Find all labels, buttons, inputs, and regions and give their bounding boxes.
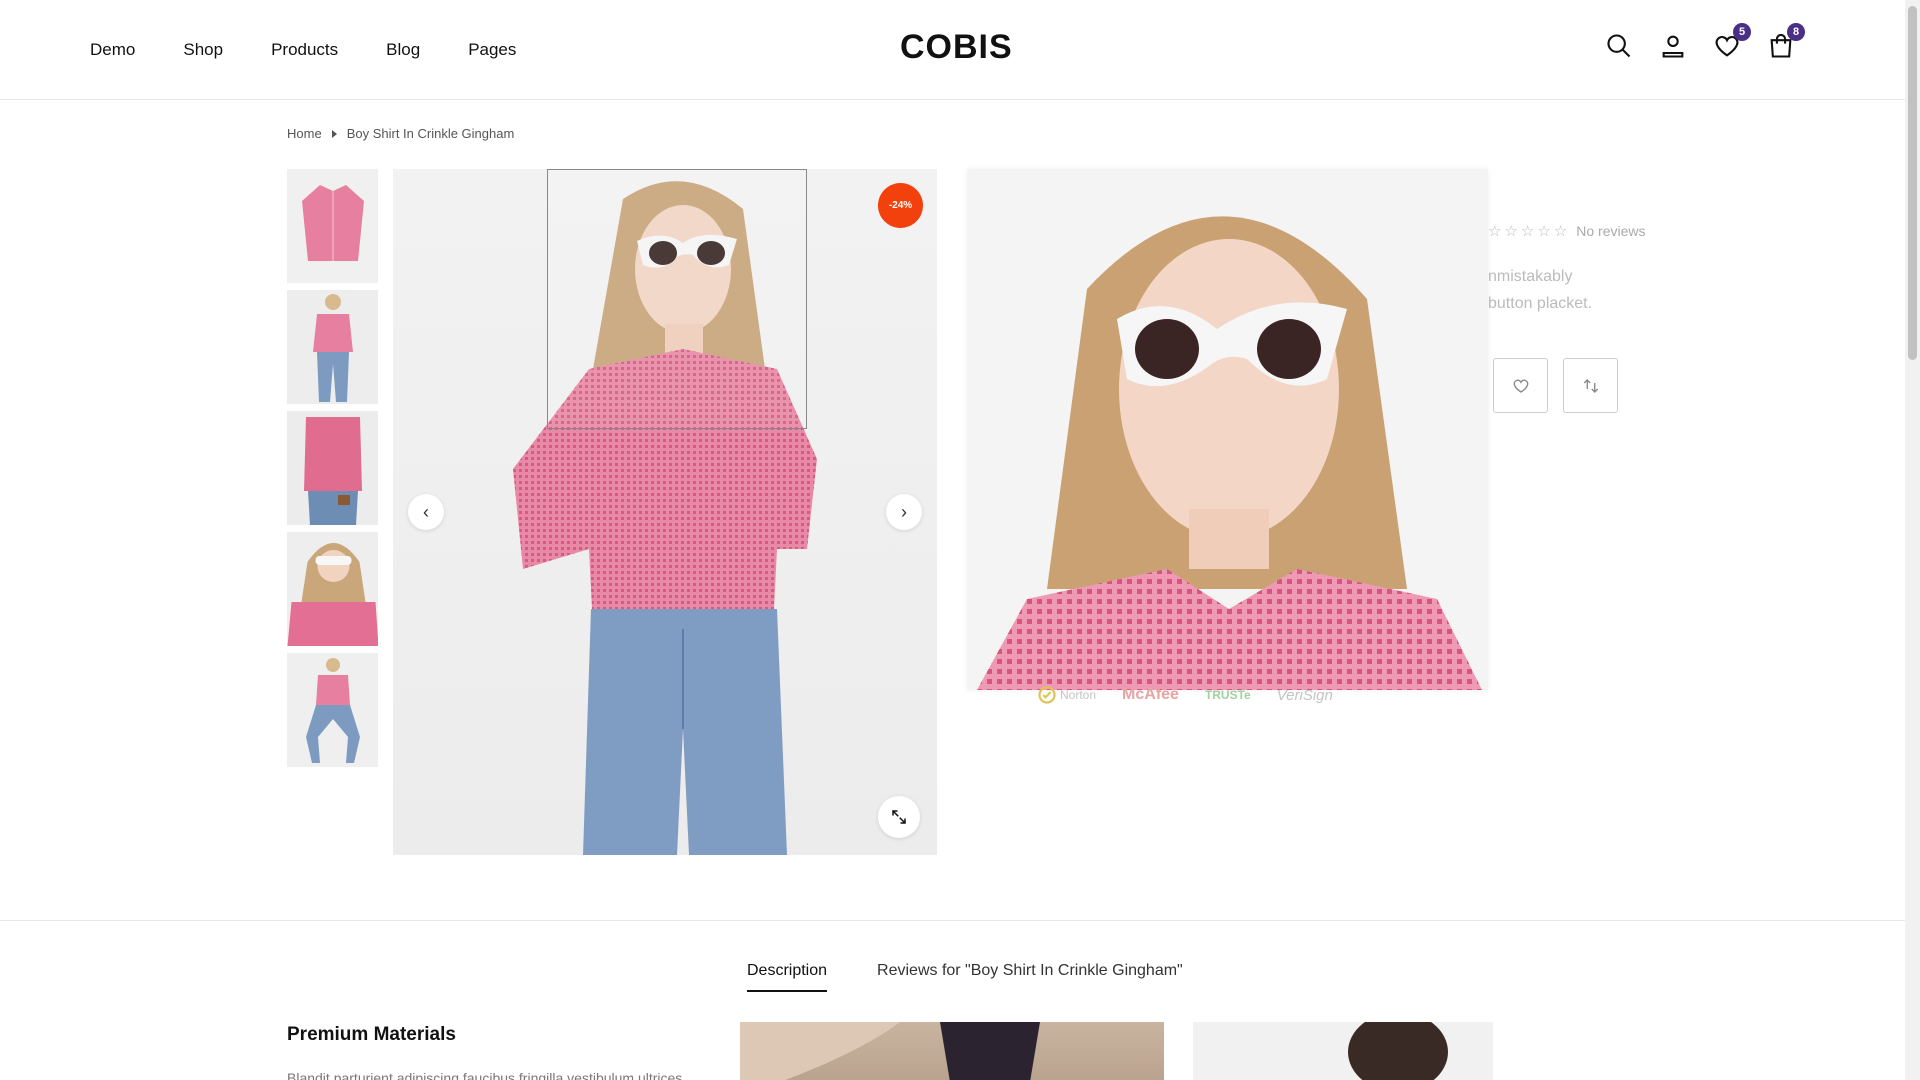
compare-button[interactable] (1563, 358, 1618, 413)
nav-shop[interactable]: Shop (183, 40, 223, 60)
star-icon: ☆ (1488, 223, 1502, 240)
search-icon (1607, 34, 1631, 58)
rocks-image (740, 1022, 1040, 1080)
thumbnail-list (287, 169, 378, 774)
expand-icon (892, 810, 906, 824)
rating-stars[interactable]: ☆ ☆ ☆ ☆ ☆ No reviews (1488, 222, 1646, 240)
product-main-image[interactable]: -24% ‹ › (393, 169, 937, 855)
thumbnail-4[interactable] (287, 532, 378, 646)
next-image-button[interactable]: › (886, 494, 922, 530)
thumbnail-2[interactable] (287, 290, 378, 404)
thumbnail-5[interactable] (287, 653, 378, 767)
tab-description[interactable]: Description (747, 962, 828, 992)
compare-icon (1583, 378, 1598, 393)
thumbnail-3[interactable] (287, 411, 378, 525)
tab-reviews[interactable]: Reviews for "Boy Shirt In Crinkle Gingha… (877, 962, 1183, 992)
star-icon: ☆ (1537, 223, 1551, 240)
chevron-left-icon: ‹ (423, 501, 429, 522)
model-image (312, 294, 353, 402)
model-back-image (303, 417, 362, 525)
fullscreen-button[interactable] (878, 796, 920, 838)
section-body: Blandit parturient adipiscing faucibus f… (287, 1070, 683, 1080)
product-tabs: Description Reviews for "Boy Shirt In Cr… (747, 962, 1183, 992)
description-image-1 (740, 1022, 1164, 1080)
model-closeup-image (977, 216, 1482, 690)
trust-badges: Norton McAfee TRUSTe VeriSign (1038, 686, 1333, 704)
breadcrumb-home[interactable]: Home (287, 126, 322, 141)
nav-pages[interactable]: Pages (468, 40, 516, 60)
breadcrumb-current: Boy Shirt In Crinkle Gingham (346, 126, 515, 141)
main-nav: Demo Shop Products Blog Pages (90, 0, 564, 100)
model-sitting-image (305, 658, 360, 763)
reviews-count[interactable]: No reviews (1576, 223, 1645, 239)
cart-button[interactable]: 8 (1767, 23, 1805, 60)
breadcrumb: Home Boy Shirt In Crinkle Gingham (287, 126, 514, 141)
cart-count-badge: 8 (1787, 23, 1805, 41)
section-title: Premium Materials (287, 1024, 456, 1045)
model-closeup-image (287, 543, 378, 646)
add-to-wishlist-button[interactable] (1493, 358, 1548, 413)
check-icon (1038, 686, 1056, 704)
section-divider (0, 920, 1905, 921)
user-icon (1662, 35, 1684, 58)
site-logo[interactable]: COBIS (900, 28, 1013, 67)
sale-badge: -24% (878, 183, 923, 228)
header-icons: 5 8 (1605, 23, 1805, 60)
prev-image-button[interactable]: ‹ (408, 494, 444, 530)
shirt-image (301, 185, 364, 261)
heart-icon (1513, 379, 1528, 393)
star-icon: ☆ (1553, 223, 1568, 240)
mcafee-logo: McAfee (1122, 686, 1179, 703)
account-button[interactable] (1659, 32, 1687, 60)
star-icon: ☆ (1504, 223, 1518, 240)
verisign-logo: VeriSign (1276, 686, 1333, 704)
zoom-lens (547, 169, 807, 429)
product-page: Demo Shop Products Blog Pages COBIS 5 8 … (0, 0, 1920, 1080)
search-button[interactable] (1605, 32, 1633, 60)
site-header: Demo Shop Products Blog Pages COBIS 5 8 (0, 0, 1905, 100)
product-short-description-2: button placket. (1488, 295, 1593, 312)
nav-demo[interactable]: Demo (90, 40, 135, 60)
model-portrait-image (1348, 1022, 1448, 1080)
nav-products[interactable]: Products (271, 40, 338, 60)
zoom-preview (967, 169, 1488, 690)
page-scrollbar[interactable] (1905, 0, 1920, 1080)
norton-logo: Norton (1038, 686, 1096, 704)
description-image-2 (1193, 1022, 1493, 1080)
product-short-description: nmistakably (1488, 268, 1573, 285)
wishlist-button[interactable]: 5 (1713, 23, 1751, 60)
chevron-right-icon: › (901, 501, 907, 522)
chevron-right-icon (331, 129, 337, 138)
scrollbar-thumb[interactable] (1908, 6, 1917, 360)
nav-blog[interactable]: Blog (386, 40, 420, 60)
wishlist-count-badge: 5 (1733, 23, 1751, 41)
truste-logo: TRUSTe (1204, 688, 1251, 702)
thumbnail-1[interactable] (287, 169, 378, 283)
star-icon: ☆ (1520, 223, 1535, 240)
